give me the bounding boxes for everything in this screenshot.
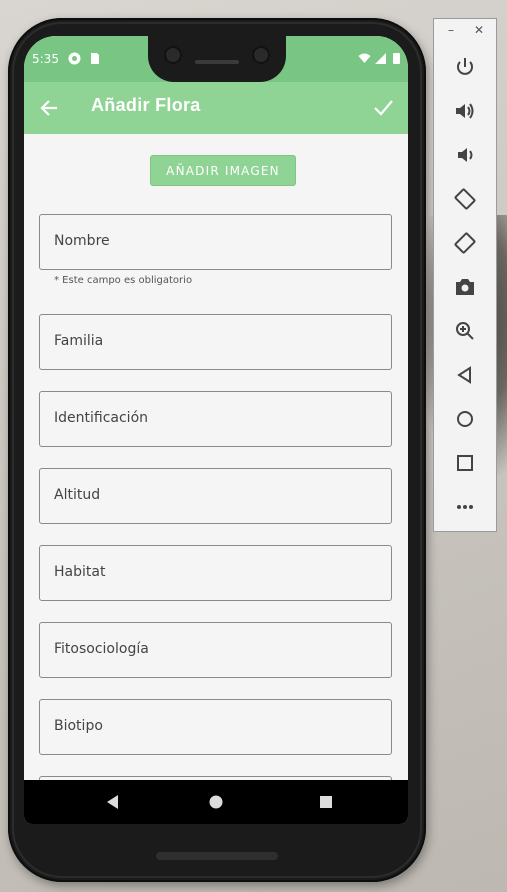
- nav-overview-icon[interactable]: [317, 793, 335, 811]
- required-helper-text: * Este campo es obligatorio: [54, 275, 193, 286]
- back-arrow-icon[interactable]: [38, 97, 60, 119]
- camera-notch: [148, 36, 286, 82]
- field-altitud[interactable]: Altitud: [39, 468, 392, 524]
- notification-icon: [68, 52, 81, 65]
- zoom-icon[interactable]: [453, 319, 477, 343]
- bottom-speaker: [156, 852, 278, 860]
- field-familia[interactable]: Familia: [39, 314, 392, 370]
- field-label: Nombre: [54, 233, 110, 249]
- page-title: Añadir Flora: [91, 95, 201, 115]
- emulator-control-panel: – ✕: [433, 18, 497, 532]
- nav-back-icon[interactable]: [104, 793, 122, 811]
- earpiece: [195, 60, 239, 64]
- minimize-icon[interactable]: –: [448, 23, 454, 37]
- volume-up-icon[interactable]: [453, 99, 477, 123]
- add-image-button[interactable]: AÑADIR IMAGEN: [150, 155, 296, 186]
- field-label: Fitosociología: [54, 641, 149, 657]
- home-icon[interactable]: [453, 407, 477, 431]
- field-label: Biotipo: [54, 718, 103, 734]
- power-icon[interactable]: [453, 55, 477, 79]
- system-nav-bar: [24, 780, 408, 824]
- field-biotipo[interactable]: Biotipo: [39, 699, 392, 755]
- field-label: Familia: [54, 333, 104, 349]
- signal-icon: [375, 53, 386, 64]
- nav-home-icon[interactable]: [207, 793, 225, 811]
- rotate-left-icon[interactable]: [453, 187, 477, 211]
- volume-down-icon[interactable]: [453, 143, 477, 167]
- close-icon[interactable]: ✕: [474, 23, 484, 37]
- field-identificacion[interactable]: Identificación: [39, 391, 392, 447]
- status-bar: 5:35: [24, 36, 408, 82]
- sd-card-icon: [91, 53, 99, 64]
- app-bar: Añadir Flora: [24, 82, 408, 134]
- back-icon[interactable]: [453, 363, 477, 387]
- field-nombre[interactable]: Nombre: [39, 214, 392, 270]
- rotate-right-icon[interactable]: [453, 231, 477, 255]
- camera-icon[interactable]: [453, 275, 477, 299]
- wifi-icon: [358, 53, 371, 63]
- save-check-icon[interactable]: [372, 96, 394, 118]
- battery-icon: [393, 53, 400, 64]
- device-screen: 5:35 Añadir Flora AÑADIR IMAGEN Nombre *…: [24, 36, 408, 824]
- form-content[interactable]: AÑADIR IMAGEN Nombre * Este campo es obl…: [24, 134, 408, 780]
- front-camera: [164, 46, 182, 64]
- field-fitosociologia[interactable]: Fitosociología: [39, 622, 392, 678]
- field-label: Altitud: [54, 487, 101, 503]
- overview-icon[interactable]: [453, 451, 477, 475]
- status-time: 5:35: [32, 52, 59, 66]
- field-habitat[interactable]: Habitat: [39, 545, 392, 601]
- more-icon[interactable]: [453, 495, 477, 519]
- field-label: Identificación: [54, 410, 149, 426]
- front-sensor: [252, 46, 270, 64]
- phone-frame: 5:35 Añadir Flora AÑADIR IMAGEN Nombre *…: [8, 18, 426, 882]
- field-label: Habitat: [54, 564, 106, 580]
